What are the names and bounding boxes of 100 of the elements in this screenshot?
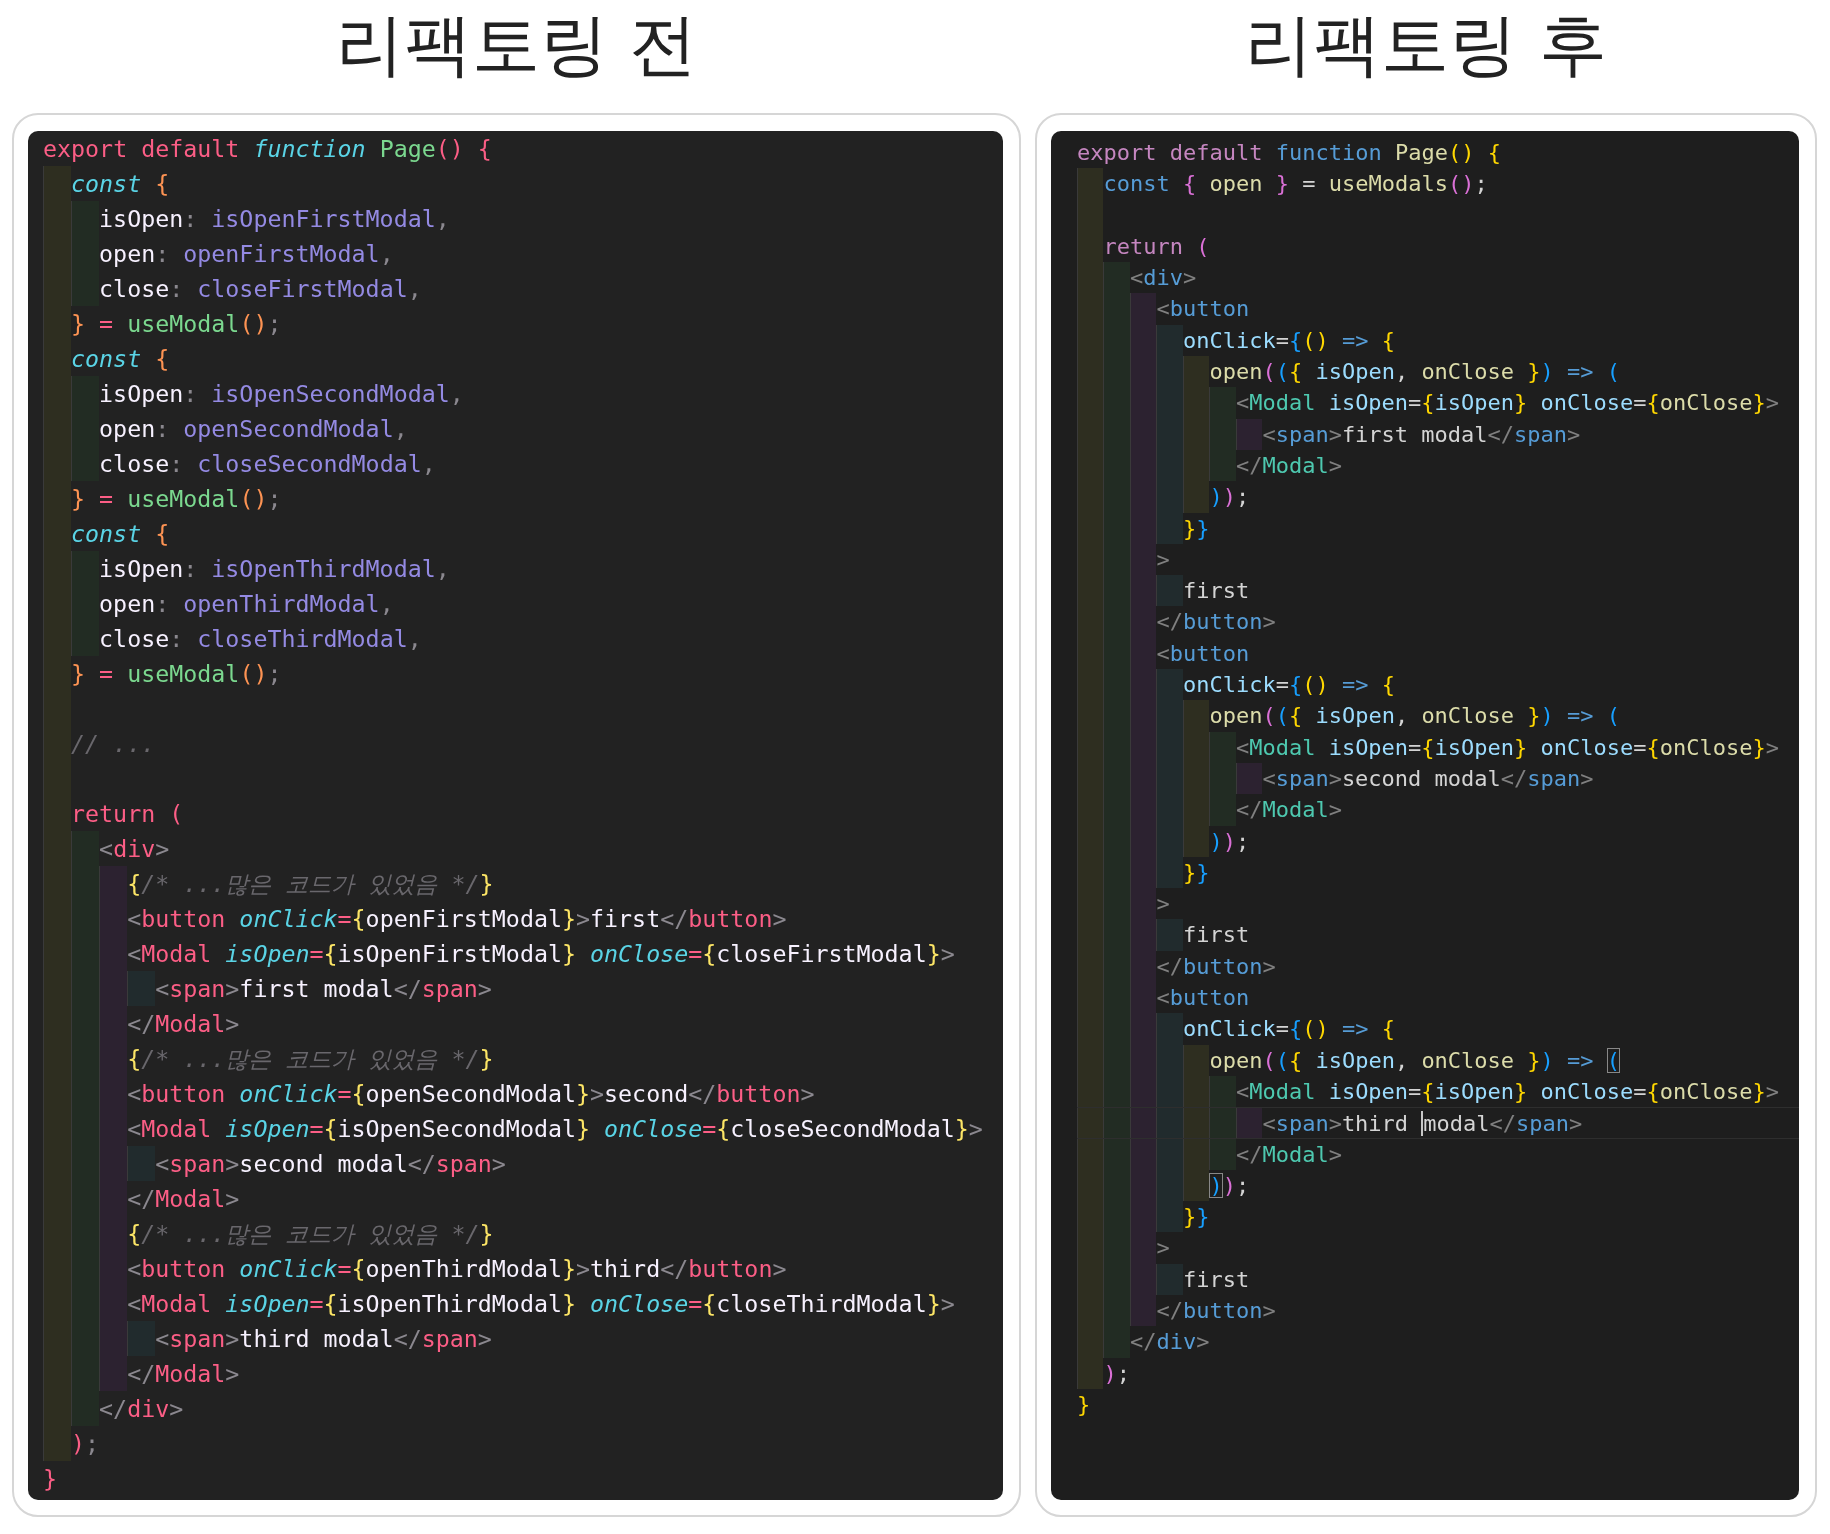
code-line: isOpen: isOpenThirdModal, [99, 554, 450, 584]
code-line: return ( [71, 799, 184, 829]
code-line: <Modal isOpen={isOpen} onClose={onClose}> [1235, 1077, 1780, 1106]
indent-guide [1156, 919, 1183, 951]
indent-guide [1156, 1013, 1183, 1045]
code-line: onClick={() => { [1182, 671, 1395, 700]
indent-guide [1209, 387, 1236, 419]
code-line: }} [1182, 514, 1210, 543]
code-line: open: openFirstModal, [99, 239, 394, 269]
indent-guide [1156, 512, 1183, 544]
panel-title: 리팩토링 전 [334, 4, 699, 86]
indent-guide [1182, 481, 1210, 513]
code-line: <Modal isOpen={isOpenThirdModal} onClose={closeThirdModal}> [127, 1289, 955, 1319]
code-line: <Modal isOpen={isOpenFirstModal} onClose={closeFirstModal}> [127, 939, 955, 969]
code-line: </Modal> [127, 1009, 240, 1039]
indent-guide [43, 166, 72, 201]
code-line: open(({ isOpen, onClose }) => ( [1209, 358, 1621, 387]
code-line: }} [1182, 858, 1210, 887]
indent-guide [1182, 700, 1210, 732]
code-line: close: closeSecondModal, [99, 449, 436, 479]
code-line: return ( [1103, 232, 1210, 261]
code-line: open: openSecondModal, [99, 414, 408, 444]
indent-guide [71, 446, 100, 481]
indent-guide [1156, 1201, 1183, 1233]
code-line: )); [1209, 483, 1250, 512]
indent-guide [71, 621, 100, 656]
code-line: <button [1156, 984, 1250, 1012]
code-line: <Modal isOpen={isOpen} onClose={onClose}> [1235, 733, 1780, 762]
code-line: const { [71, 169, 170, 199]
code-line: </button> [1156, 1297, 1276, 1325]
code-line: <button onClick={openThirdModal}>third</button> [127, 1254, 787, 1284]
indent-guide [1235, 418, 1263, 450]
code-line: {/* ...많은 코드가 있었음 */} [127, 1219, 494, 1249]
code-line: > [1156, 890, 1170, 919]
code-line: open(({ isOpen, onClose }) => ( [1209, 1046, 1621, 1075]
indent-guide [1103, 1326, 1130, 1358]
indent-guide [1156, 669, 1183, 701]
code-line: <span>third modal</span> [1262, 1110, 1583, 1138]
code-line: } [1077, 1390, 1091, 1419]
code-line: const { [71, 519, 170, 549]
code-line: <Modal isOpen={isOpen} onClose={onClose}> [1235, 389, 1780, 418]
code-line: first [1182, 1265, 1250, 1294]
indent-guide [43, 1426, 72, 1461]
code-line: close: closeThirdModal, [99, 624, 422, 654]
indent-guide [1156, 324, 1183, 357]
indent-guide [1156, 1263, 1183, 1295]
code-line: onClick={() => { [1182, 1015, 1395, 1044]
indent-guide [1156, 575, 1183, 607]
code-line: </div> [1129, 1328, 1210, 1357]
indent-guide [1209, 449, 1236, 482]
code-line: ); [1103, 1359, 1130, 1388]
code-line: onClick={() => { [1182, 326, 1395, 355]
indent-guide [127, 1146, 156, 1181]
indent-guide [1077, 168, 1104, 200]
code-line: }} [1182, 1203, 1210, 1232]
code-line: </div> [99, 1394, 184, 1424]
indent-guide [71, 271, 100, 306]
code-line: <span>second modal</span> [1262, 764, 1594, 793]
code-line: <div> [1129, 264, 1197, 293]
code-line: </Modal> [1235, 451, 1342, 480]
indent-guide [71, 1391, 100, 1426]
code-line: // ... [71, 729, 156, 759]
indent-guide [1182, 1044, 1210, 1076]
code-line: )); [1209, 1171, 1250, 1200]
code-line: > [1156, 545, 1170, 574]
code-line: <span>first modal</span> [155, 974, 492, 1004]
code-line: open: openThirdModal, [99, 589, 394, 619]
indent-guide [1235, 762, 1263, 795]
code-line: <Modal isOpen={isOpenSecondModal} onClose={closeSecondModal}> [127, 1114, 983, 1144]
code-line: } [43, 1464, 58, 1494]
code-line: first [1182, 577, 1250, 606]
code-line: </Modal> [1235, 1140, 1342, 1169]
code-line: {/* ...많은 코드가 있었음 */} [127, 1044, 494, 1074]
code-line: } = useModal(); [71, 659, 282, 689]
code-line: export default function Page() { [43, 134, 492, 164]
code-line: <span>third modal</span> [155, 1324, 492, 1354]
code-line: <button onClick={openSecondModal}>second</button> [127, 1079, 815, 1109]
code-line: } = useModal(); [71, 484, 282, 514]
code-line: const { open } = useModals(); [1103, 170, 1488, 199]
panel-title: 리팩토링 후 [1244, 4, 1608, 86]
code-line: </Modal> [127, 1359, 240, 1389]
code-line: const { [71, 344, 170, 374]
code-line: {/* ...많은 코드가 있었음 */} [127, 869, 494, 899]
indent-guide [1129, 293, 1157, 325]
indent-guide [71, 551, 100, 586]
indent-guide [1077, 1357, 1104, 1389]
code-line: first [1182, 921, 1250, 950]
indent-guide [1209, 731, 1236, 763]
code-line: <button onClick={openFirstModal}>first</button> [127, 904, 787, 934]
indent-guide [99, 1356, 128, 1391]
code-line: open(({ isOpen, onClose }) => ( [1209, 702, 1621, 731]
indent-guide [1103, 262, 1130, 294]
indent-guide [1182, 356, 1210, 388]
code-line: export default function Page() { [1077, 139, 1501, 167]
code-line: } = useModal(); [71, 309, 282, 339]
code-line: <span>first modal</span> [1262, 420, 1581, 449]
code-line: <div> [99, 834, 170, 864]
indent-guide [1209, 794, 1236, 826]
code-line: <button [1156, 639, 1250, 668]
code-line: <button [1156, 295, 1250, 324]
